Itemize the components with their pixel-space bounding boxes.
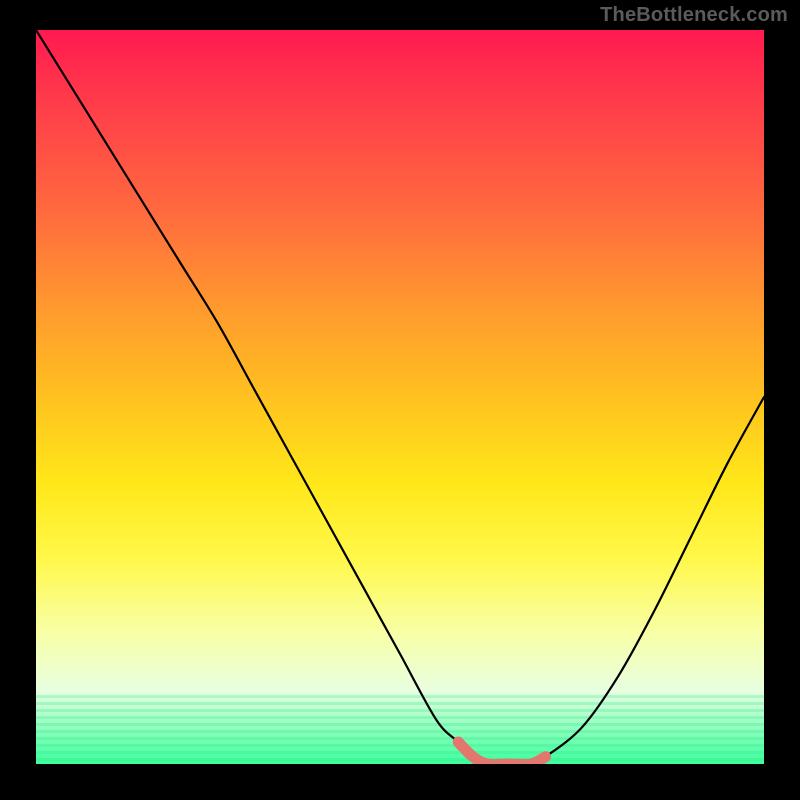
curve-svg [36, 30, 764, 764]
highlight-segment [458, 742, 545, 764]
attribution-text: TheBottleneck.com [600, 4, 788, 27]
bottleneck-curve [36, 30, 764, 764]
chart-container: TheBottleneck.com [0, 0, 800, 800]
plot-area [36, 30, 764, 764]
